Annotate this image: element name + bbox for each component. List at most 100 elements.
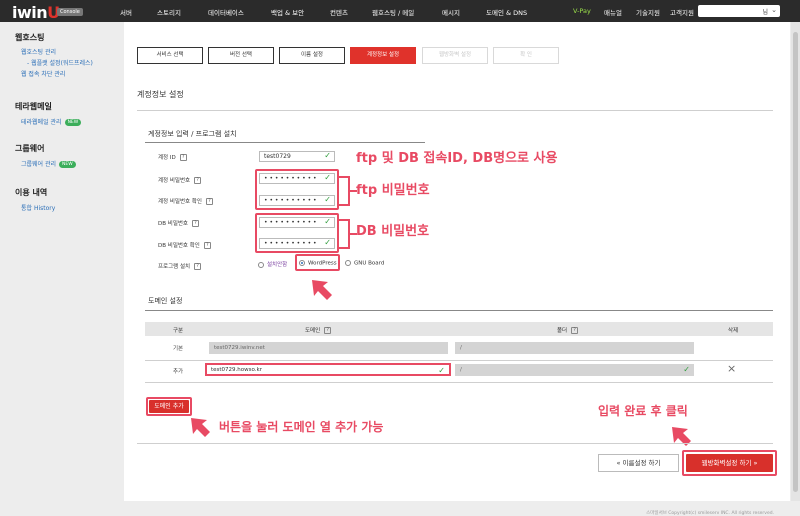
radio-gnuboard[interactable]: GNU Board <box>345 260 384 267</box>
help-icon[interactable]: ? <box>194 263 202 270</box>
step-service-select[interactable]: 서비스 선택 <box>137 47 203 64</box>
nav-storage[interactable]: 스토리지 <box>157 7 181 17</box>
scrollbar[interactable] <box>791 22 800 501</box>
account-select[interactable]: 님 ⌄ <box>698 5 780 17</box>
nav-database[interactable]: 데이터베이스 <box>208 7 244 17</box>
field-label-program: 프로그램 설치? <box>158 262 202 270</box>
help-icon[interactable]: ? <box>203 242 211 249</box>
help-icon[interactable]: ? <box>194 177 202 184</box>
new-badge: NEW <box>64 119 82 126</box>
help-icon[interactable]: ? <box>179 154 187 161</box>
label-text: 계정 비밀번호 확인 <box>158 199 202 205</box>
folder-field-default: / <box>455 342 694 354</box>
step-version-select[interactable]: 버전 선택 <box>208 47 274 64</box>
nav-webhosting-mail[interactable]: 웹호스팅 / 메일 <box>372 7 414 17</box>
domain-value: test0729.howso.kr <box>211 367 262 373</box>
radio-label: GNU Board <box>354 260 385 267</box>
nav-tech-support[interactable]: 기술지원 <box>636 7 660 17</box>
sidebar-item-history[interactable]: 통합 History <box>21 203 55 212</box>
highlight-ftp-password <box>255 169 339 210</box>
divider <box>145 382 773 383</box>
nav-manual[interactable]: 매뉴얼 <box>604 7 622 17</box>
row-type: 추가 <box>173 369 184 375</box>
prev-name-setting-button[interactable]: « 이름설정 하기 <box>598 454 679 472</box>
section-title-account: 계정정보 입력 / 프로그램 설치 <box>148 130 237 138</box>
label-text: DB 비밀번호 <box>158 221 188 227</box>
field-label-account-password-confirm: 계정 비밀번호 확인? <box>158 197 213 205</box>
help-icon[interactable]: ? <box>192 220 199 227</box>
nav-contents[interactable]: 컨텐츠 <box>330 7 348 17</box>
nav-customer-support[interactable]: 고객지원 <box>670 7 694 17</box>
divider <box>137 443 773 444</box>
help-icon[interactable]: ? <box>571 327 579 334</box>
logo[interactable]: iwinU <box>12 3 60 22</box>
domain-field-default: test0729.iwinv.net <box>209 342 448 354</box>
check-icon: ✓ <box>324 151 331 160</box>
annotation-add-domain: 버튼을 눌러 도메인 열 추가 가능 <box>219 420 384 434</box>
nav-backup-security[interactable]: 백업 & 보안 <box>271 7 304 17</box>
column-header-type: 구분 <box>173 328 184 334</box>
step-waf-setting: 웹방화벽 설정 <box>422 47 488 64</box>
row-type: 기본 <box>173 346 184 352</box>
page-title: 계정정보 설정 <box>137 90 184 99</box>
divider <box>145 310 773 311</box>
scrollbar-thumb[interactable] <box>793 32 798 492</box>
radio-label: WordPress <box>308 260 337 267</box>
step-name-setting[interactable]: 이름 설정 <box>279 47 345 64</box>
header-label: 폴더 <box>557 328 568 334</box>
annotation-db-password: DB 비밀번호 <box>356 224 430 239</box>
table-header: 구분 도메인? 폴더? 삭제 <box>145 322 773 336</box>
label-text: 프로그램 설치 <box>158 264 191 270</box>
nav-message[interactable]: 메시지 <box>442 7 460 17</box>
footer-copyright: 스마일서브 Copyright(c) smileserv INC. All ri… <box>646 511 774 516</box>
main-content: 서비스 선택 버전 선택 이름 설정 계정정보 설정 웹방화벽 설정 확 인 계… <box>124 22 790 516</box>
field-label-account-password: 계정 비밀번호? <box>158 176 202 184</box>
sidebar-heading-groupware: 그룹웨어 <box>15 144 45 153</box>
sidebar-item-terawebmail-manage[interactable]: 테라웹메일 관리 NEW <box>21 117 82 126</box>
check-icon: ✓ <box>438 366 445 375</box>
nav-vpay[interactable]: V-Pay <box>573 7 591 15</box>
delete-icon[interactable]: × <box>727 362 736 375</box>
check-icon: ✓ <box>683 365 690 374</box>
folder-field-added[interactable]: / ✓ <box>455 364 694 376</box>
sidebar-item-web-block[interactable]: 웹 접속 차단 관리 <box>21 69 65 78</box>
console-badge: Console <box>57 8 83 16</box>
radio-no-install[interactable]: 설치안함 <box>258 260 287 268</box>
nav-domain-dns[interactable]: 도메인 & DNS <box>486 7 527 17</box>
account-id-value: test0729 <box>264 153 291 160</box>
help-icon[interactable]: ? <box>205 198 213 205</box>
nav-server[interactable]: 서버 <box>120 7 132 17</box>
sidebar-item-groupware-manage[interactable]: 그룹웨어 관리 NEW <box>21 159 76 168</box>
sidebar: 웹호스팅 웹호스팅 관리 - 웹플랫 설정(워드프레스) 웹 접속 차단 관리 … <box>0 22 124 501</box>
section-title-domain: 도메인 설정 <box>148 297 183 305</box>
help-icon[interactable]: ? <box>324 327 332 334</box>
field-label-db-password: DB 비밀번호? <box>158 219 199 227</box>
highlight-db-password <box>255 213 339 253</box>
sidebar-item-webhosting-manage[interactable]: 웹호스팅 관리 <box>21 47 56 56</box>
sidebar-item-label: 그룹웨어 관리 <box>21 161 57 168</box>
radio-wordpress[interactable]: WordPress <box>299 260 337 267</box>
annotation-ftp-db: ftp 및 DB 접속ID, DB명으로 사용 <box>356 151 558 166</box>
sidebar-heading-terawebmail: 테라웹메일 <box>15 102 52 111</box>
field-label-db-password-confirm: DB 비밀번호 확인? <box>158 241 211 249</box>
column-header-folder: 폴더? <box>557 326 579 334</box>
next-waf-setting-button[interactable]: 웹방화벽설정 하기 » <box>686 454 773 472</box>
column-header-domain: 도메인? <box>305 326 332 334</box>
label-text: DB 비밀번호 확인 <box>158 243 200 249</box>
step-account-setting[interactable]: 계정정보 설정 <box>350 47 416 64</box>
add-domain-button[interactable]: 도메인 추가 <box>149 400 189 413</box>
header-label: 도메인 <box>305 328 321 334</box>
sidebar-heading-usage: 이용 내역 <box>15 188 48 197</box>
account-id-field[interactable]: test0729 ✓ <box>259 151 335 162</box>
domain-field-added[interactable]: test0729.howso.kr ✓ <box>205 363 451 376</box>
column-header-delete: 삭제 <box>728 328 739 334</box>
label-text: 계정 ID <box>158 155 176 161</box>
radio-icon <box>299 260 305 266</box>
arrow-icon <box>191 418 210 437</box>
sidebar-item-webplat-setting[interactable]: - 웹플랫 설정(워드프레스) <box>27 58 93 67</box>
field-label-account-id: 계정 ID? <box>158 153 187 161</box>
divider <box>145 360 773 361</box>
new-badge: NEW <box>59 161 76 168</box>
label-text: 계정 비밀번호 <box>158 178 191 184</box>
step-confirm: 확 인 <box>493 47 559 64</box>
